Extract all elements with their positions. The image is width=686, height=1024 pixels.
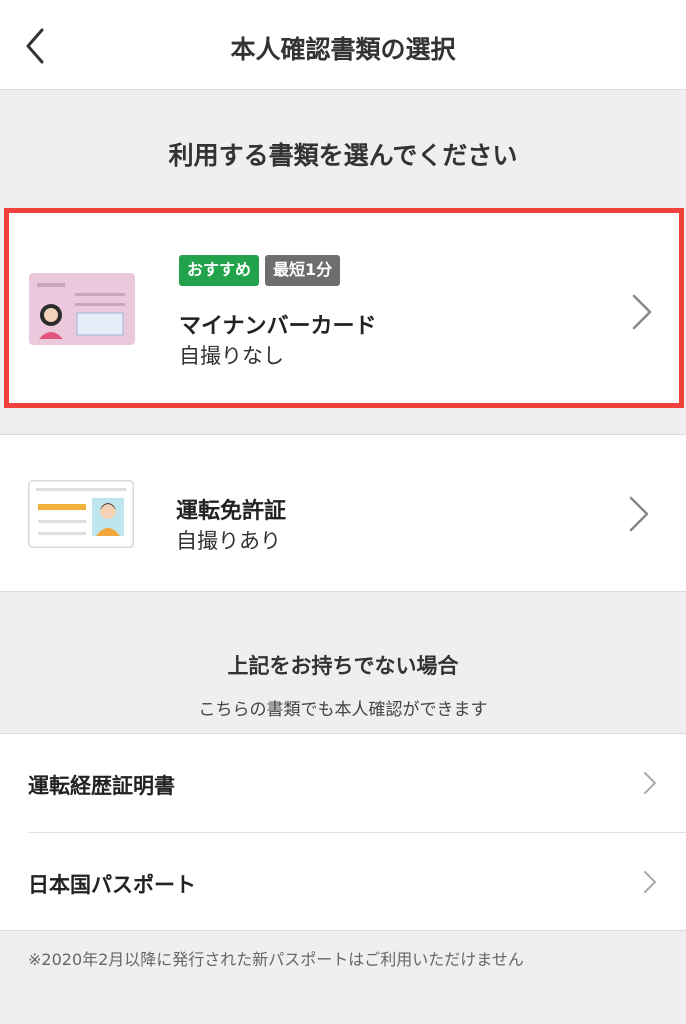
drivers-license-title: 運転免許証: [176, 499, 287, 524]
list-item-japanese-passport[interactable]: 日本国パスポート: [0, 833, 686, 931]
fastest-time-badge: 最短1分: [265, 255, 341, 286]
drivers-license-illustration: [28, 480, 134, 548]
list-item-label: 日本国パスポート: [28, 873, 196, 897]
mynumber-card-subtitle: 自撮りなし: [179, 344, 284, 368]
chevron-right-icon: [632, 294, 652, 330]
recommended-badge: おすすめ: [179, 255, 260, 286]
list-item-label: 運転経歴証明書: [28, 774, 175, 798]
mynumber-card-title: マイナンバーカード: [179, 314, 377, 339]
header-bar: 本人確認書類の選択: [0, 0, 686, 90]
alternatives-subheading: こちらの書類でも本人確認ができます: [198, 700, 488, 720]
section-heading: 利用する書類を選んでください: [168, 141, 518, 170]
alternatives-list: 運転経歴証明書 日本国パスポート: [0, 733, 686, 931]
chevron-right-icon: [644, 871, 656, 893]
chevron-right-icon: [644, 772, 656, 794]
drivers-license-subtitle: 自撮りあり: [176, 529, 281, 553]
passport-note: ※2020年2月以降に発行された新パスポートはご利用いただけません: [28, 950, 524, 969]
alternatives-heading: 上記をお持ちでない場合: [227, 654, 459, 678]
mynumber-card-illustration: [29, 273, 135, 345]
mynumber-card-option[interactable]: おすすめ 最短1分 マイナンバーカード 自撮りなし: [4, 208, 684, 408]
drivers-license-option[interactable]: 運転免許証 自撮りあり: [0, 434, 686, 592]
page-title: 本人確認書類の選択: [230, 35, 456, 64]
chevron-right-icon: [629, 496, 649, 532]
list-item-driving-history-certificate[interactable]: 運転経歴証明書: [0, 734, 686, 833]
